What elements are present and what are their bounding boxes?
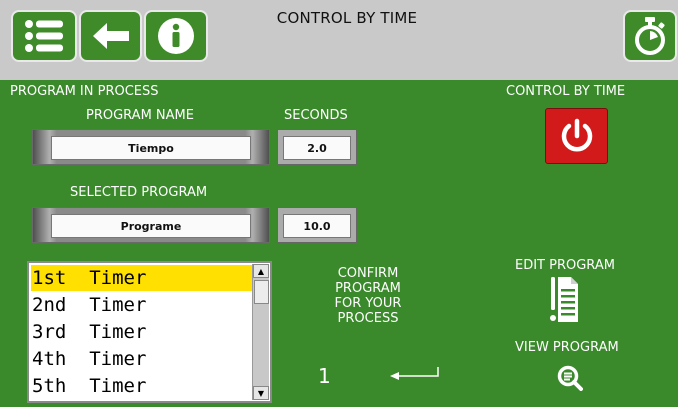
confirm-line: FOR YOUR xyxy=(334,296,402,311)
view-program-button[interactable] xyxy=(557,365,583,395)
view-program-label: VIEW PROGRAM xyxy=(515,340,619,355)
seconds-box: 2.0 xyxy=(277,129,357,165)
confirm-line: PROGRAM xyxy=(335,281,401,296)
power-icon xyxy=(561,118,592,152)
selected-program-field: Programe xyxy=(51,214,251,238)
edit-program-label: EDIT PROGRAM xyxy=(515,258,615,273)
scrollbar[interactable]: ▲ ▼ xyxy=(252,264,269,400)
timer-list-item[interactable]: 5th Timer xyxy=(31,373,252,399)
program-name-field: Tiempo xyxy=(51,136,251,160)
confirm-line: CONFIRM xyxy=(337,266,399,281)
control-by-time-label: CONTROL BY TIME xyxy=(506,84,626,99)
enter-arrow-icon xyxy=(390,367,439,380)
program-in-process-heading: PROGRAM IN PROCESS xyxy=(10,84,159,99)
scroll-up-button[interactable]: ▲ xyxy=(253,264,269,278)
selected-value-box: 10.0 xyxy=(277,207,357,243)
selected-program-label: SELECTED PROGRAM xyxy=(70,185,208,200)
scroll-thumb[interactable] xyxy=(254,280,269,304)
selected-program-frame: Programe xyxy=(32,207,270,243)
program-name-label: PROGRAM NAME xyxy=(86,108,194,123)
timer-list-item[interactable]: 3rd Timer xyxy=(31,319,252,345)
timer-list[interactable]: 1st Timer 2nd Timer 3rd Timer 4th Timer … xyxy=(27,261,272,403)
program-name-frame: Tiempo xyxy=(32,129,270,165)
page-title: CONTROL BY TIME xyxy=(276,9,418,27)
stopwatch-icon xyxy=(635,17,665,55)
top-bar: CONTROL BY TIME xyxy=(0,0,678,80)
selected-program-value: 10.0 xyxy=(283,214,351,238)
menu-button[interactable] xyxy=(11,10,77,62)
timer-list-item[interactable]: 1st Timer xyxy=(31,265,252,291)
bottom-strip xyxy=(0,407,678,411)
seconds-label: SECONDS xyxy=(284,108,348,123)
back-button[interactable] xyxy=(79,10,142,62)
list-icon xyxy=(25,20,63,52)
info-button[interactable] xyxy=(144,10,208,62)
scroll-down-button[interactable]: ▼ xyxy=(253,386,269,400)
confirm-line: PROCESS xyxy=(337,311,399,326)
arrow-left-icon xyxy=(92,23,129,49)
screen: CONTROL BY TIME PROGRAM IN PROCESS PROGR… xyxy=(0,0,678,411)
power-button[interactable] xyxy=(545,108,608,164)
confirm-value: 1 xyxy=(318,364,331,388)
timer-list-item[interactable]: 2nd Timer xyxy=(31,292,252,318)
timer-list-item[interactable]: 4th Timer xyxy=(31,346,252,372)
confirm-program-text: CONFIRM PROGRAM FOR YOUR PROCESS xyxy=(318,266,418,326)
timer-button[interactable] xyxy=(623,10,677,62)
seconds-value: 2.0 xyxy=(283,136,351,160)
magnifier-icon xyxy=(557,365,583,391)
document-icon xyxy=(550,277,578,322)
edit-program-button[interactable] xyxy=(549,276,579,330)
info-icon xyxy=(158,18,194,54)
enter-button[interactable] xyxy=(388,366,440,386)
